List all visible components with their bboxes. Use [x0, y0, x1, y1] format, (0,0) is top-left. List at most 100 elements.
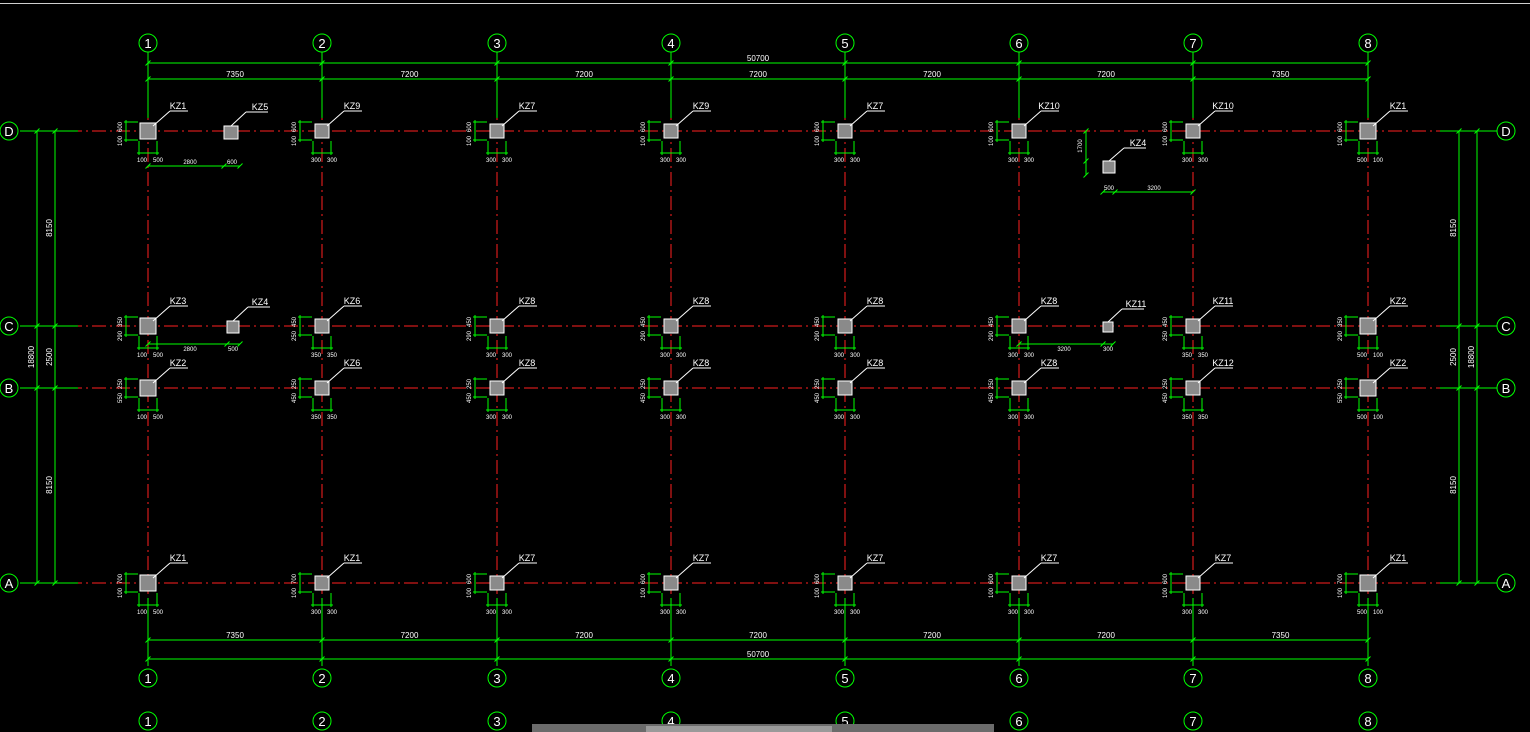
dimension-bay-bottom: 7200 [575, 631, 593, 640]
column-dim-bottom-left: 300 [486, 353, 497, 359]
cad-drawing-canvas[interactable]: 507007350 7200 7200 7200 7200 7200 73507350 720… [0, 0, 1530, 732]
column-leader [675, 305, 694, 322]
dimension-bay-top: 7350 [1272, 70, 1290, 79]
column-dim-left-top: 250 [815, 378, 821, 389]
column-label: KZ1 [344, 553, 361, 563]
axis-bubble-lower-8-label: 8 [1364, 714, 1371, 729]
column-dim-bottom-right: 300 [502, 353, 513, 359]
column-dim-left-bottom: 290 [815, 330, 821, 341]
column-dim-bottom-left: 300 [486, 610, 497, 616]
column-dim-left-top: 600 [118, 121, 124, 132]
column-leader [675, 110, 694, 127]
column-leader [326, 110, 345, 127]
column-dim-left-top: 700 [292, 573, 298, 584]
column-dim-left-bottom: 100 [1338, 587, 1344, 598]
column-dim-left-top: 600 [1163, 573, 1169, 584]
dimension-bay-top: 7200 [923, 70, 941, 79]
column-label: KZ4 [252, 297, 269, 307]
column-dim-bottom-left: 100 [137, 353, 148, 359]
column-dim-left-top: 450 [989, 316, 995, 327]
column-dim-bottom-left: 300 [1182, 158, 1193, 164]
axis-bubble-top-1-label: 1 [144, 36, 151, 51]
column-label: KZ10 [1212, 101, 1234, 111]
column-dim-bottom-right: 300 [676, 610, 687, 616]
axis-bubble-left-A-label: A [5, 576, 14, 591]
column-KZ11 [1185, 318, 1201, 334]
column-dim-left-top: 600 [1338, 121, 1344, 132]
column-dim-left-bottom: 290 [467, 330, 473, 341]
dimension-overall-bottom: 50700 [747, 650, 770, 659]
column-label: KZ2 [1390, 358, 1407, 368]
column-dim-bottom-right: 350 [327, 415, 338, 421]
column-leader [1023, 110, 1042, 127]
axis-bubble-bottom-4-label: 4 [667, 671, 674, 686]
column-dim-bottom-right: 300 [502, 610, 513, 616]
column-dim-left-bottom: 100 [1163, 135, 1169, 146]
axis-bubble-top-7-label: 7 [1189, 36, 1196, 51]
axis-bubble-lower-1-label: 1 [144, 714, 151, 729]
axis-bubble-lower-2-label: 2 [318, 714, 325, 729]
horizontal-scrollbar-thumb[interactable] [646, 726, 832, 732]
column-dim-left-top: 600 [467, 573, 473, 584]
axis-bubble-bottom-7-label: 7 [1189, 671, 1196, 686]
column-label: KZ7 [693, 553, 710, 563]
column-dim-bottom-right: 350 [327, 353, 338, 359]
column-dim-bottom-left: 300 [660, 353, 671, 359]
column-leader [1197, 110, 1216, 127]
column-leader [849, 305, 868, 322]
column-dim-bottom-right: 100 [1373, 610, 1384, 616]
column-leader [1023, 367, 1042, 384]
column-leader [152, 305, 171, 322]
column-label: KZ12 [1212, 358, 1234, 368]
column-dim-left-top: 600 [989, 573, 995, 584]
column-KZ8 [489, 380, 505, 396]
column-leader [501, 562, 520, 579]
column-KZ12 [1185, 380, 1201, 396]
column-dim-bottom-left: 100 [137, 610, 148, 616]
column-leader [849, 110, 868, 127]
column-label: KZ8 [867, 358, 884, 368]
column-dim-text: 2800 [183, 347, 197, 353]
column-dim-bottom-left: 350 [311, 353, 322, 359]
axis-bubble-top-3-label: 3 [493, 36, 500, 51]
column-dim-bottom-left: 300 [834, 415, 845, 421]
column-leader [1372, 562, 1391, 579]
column-KZ9 [663, 123, 679, 139]
column-KZ4 [1102, 160, 1116, 174]
column-dim-bottom-right: 500 [153, 610, 164, 616]
column-label: KZ7 [867, 553, 884, 563]
column-dim-bottom-left: 300 [1008, 415, 1019, 421]
column-dim-bottom-right: 300 [850, 158, 861, 164]
dimension-bay-top: 7200 [401, 70, 419, 79]
column-leader [1023, 305, 1042, 322]
column-dim-left-bottom: 450 [467, 392, 473, 403]
dimension-bay-top: 7200 [575, 70, 593, 79]
dimension-left-total: 18800 [27, 345, 36, 368]
column-dim-bottom-left: 300 [1182, 610, 1193, 616]
column-label: KZ11 [1126, 299, 1147, 309]
column-label: KZ8 [867, 296, 884, 306]
column-dim-left-top: 350 [1338, 316, 1344, 327]
column-label: KZ7 [519, 101, 536, 111]
column-dim-left-top: 250 [292, 378, 298, 389]
column-leader [501, 110, 520, 127]
column-dim-bottom-left: 300 [311, 158, 322, 164]
column-dim-bottom-left: 350 [1182, 353, 1193, 359]
column-dim-left-bottom: 100 [641, 587, 647, 598]
column-KZ9 [314, 123, 330, 139]
column-dim-left-top: 600 [815, 121, 821, 132]
column-dim-bottom-left: 300 [486, 415, 497, 421]
column-KZ5 [223, 125, 239, 140]
column-dim-bottom-right: 300 [850, 353, 861, 359]
column-dim-left-bottom: 450 [1163, 392, 1169, 403]
column-dim-bottom-right: 300 [327, 158, 338, 164]
column-KZ8 [489, 318, 505, 334]
column-KZ7 [1011, 575, 1027, 591]
column-dim-text: 600 [227, 160, 238, 166]
column-dim-bottom-right: 300 [850, 610, 861, 616]
column-leader [501, 305, 520, 322]
dimension-bay-bottom: 7200 [749, 631, 767, 640]
column-dim-left-bottom: 290 [1338, 330, 1344, 341]
axis-bubble-top-6-label: 6 [1015, 36, 1022, 51]
column-dim-left-top: 600 [292, 121, 298, 132]
